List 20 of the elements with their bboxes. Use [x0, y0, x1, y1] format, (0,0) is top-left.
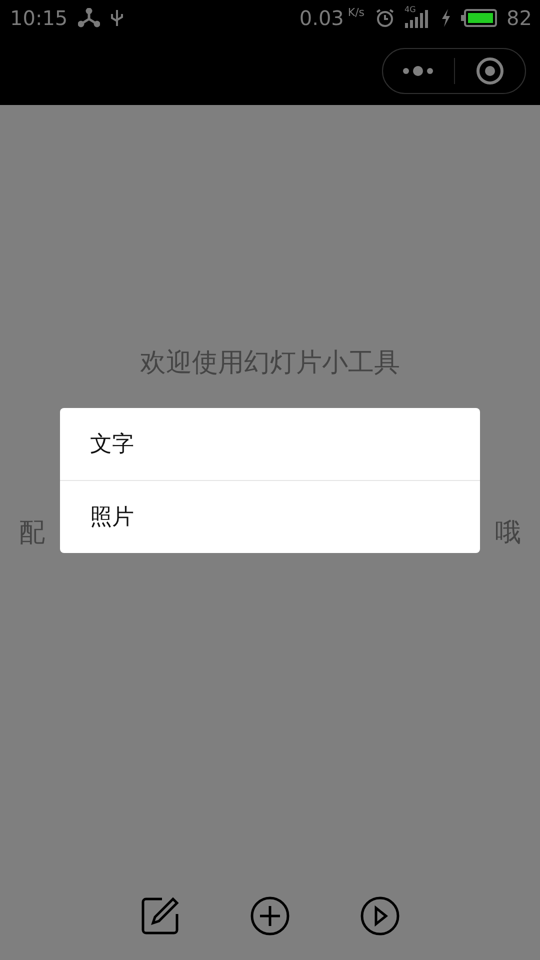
- menu-item[interactable]: 照片: [60, 480, 480, 553]
- battery-icon: [460, 9, 497, 27]
- menu-item[interactable]: 文字: [60, 408, 480, 480]
- hint-text: 哦: [495, 517, 521, 550]
- network-speed: 0.03: [299, 6, 344, 30]
- hint-text: 欢迎使用幻灯片小工具: [140, 347, 400, 380]
- network-type: 4G: [404, 5, 416, 14]
- speed-unit: K/s: [348, 6, 365, 19]
- share-icon: [78, 8, 100, 28]
- hint-text: 配: [19, 517, 45, 550]
- signal-icon: [404, 8, 431, 28]
- more-icon[interactable]: [401, 66, 436, 76]
- alarm-icon: [374, 8, 395, 28]
- play-icon[interactable]: [360, 896, 400, 936]
- add-icon[interactable]: [250, 896, 290, 936]
- charging-icon: [440, 9, 451, 27]
- clock-time: 10:15: [10, 6, 68, 30]
- battery-level: 82: [506, 6, 532, 30]
- edit-icon[interactable]: [140, 896, 180, 936]
- usb-icon: [110, 8, 124, 28]
